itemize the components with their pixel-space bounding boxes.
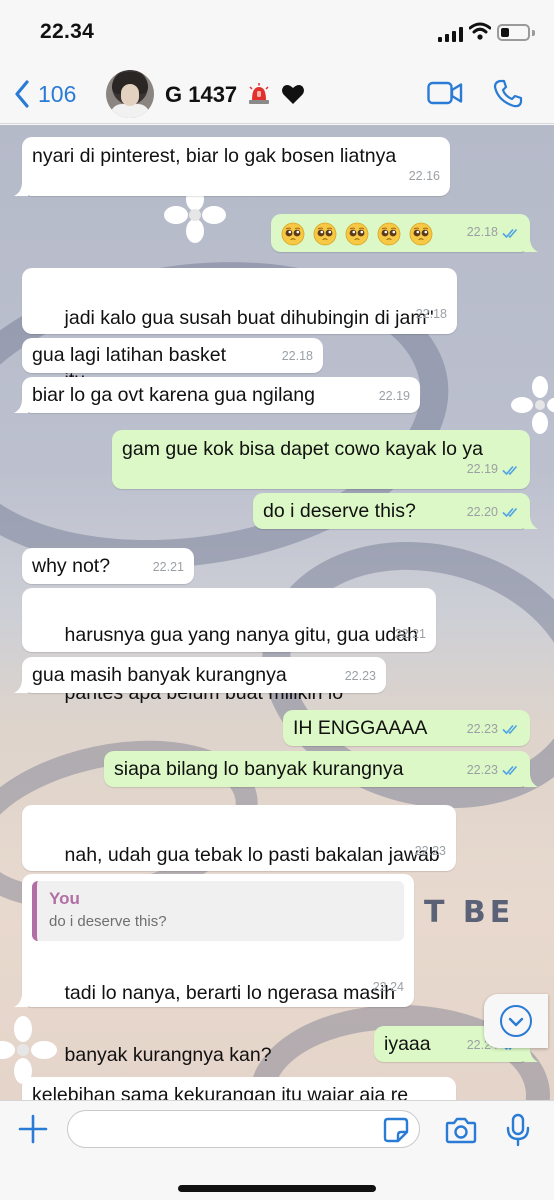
back-button[interactable]: 106 bbox=[14, 78, 76, 110]
pleading-face-icon bbox=[377, 222, 401, 246]
home-indicator bbox=[178, 1185, 376, 1192]
cellular-signal-icon bbox=[438, 26, 464, 42]
message-time: 22.23 bbox=[466, 763, 498, 777]
microphone-icon[interactable] bbox=[505, 1113, 531, 1147]
message-time: 22.23 bbox=[414, 844, 446, 858]
double-check-icon bbox=[502, 465, 518, 475]
message-text: nyari di pinterest, biar lo gak bosen li… bbox=[32, 145, 397, 167]
message-incoming[interactable]: jadi kalo gua susah buat dihubingin di j… bbox=[22, 268, 457, 391]
quoted-sender: You bbox=[49, 889, 80, 908]
message-line: harusnya gua yang nanya gitu, gua udah bbox=[64, 624, 418, 646]
message-text: iyaaa bbox=[384, 1033, 431, 1055]
sticker-icon[interactable] bbox=[383, 1117, 409, 1143]
message-outgoing[interactable]: do i deserve this? 22.20 bbox=[253, 493, 538, 529]
contact-name-block[interactable]: G 1437 bbox=[165, 82, 305, 108]
message-text: siapa bilang lo banyak kurangnya bbox=[114, 758, 404, 780]
chat-header: 106 G 1437 bbox=[0, 62, 554, 124]
status-time: 22.34 bbox=[40, 20, 95, 43]
message-line: tadi lo nanya, berarti lo ngerasa masih bbox=[64, 982, 396, 1004]
wallpaper-text: T BE bbox=[424, 895, 515, 930]
message-text: biar lo ga ovt karena gua ngilang bbox=[32, 384, 315, 406]
wifi-icon bbox=[469, 22, 491, 40]
message-time: 22.19 bbox=[466, 462, 498, 476]
contact-name: G 1437 bbox=[165, 82, 238, 107]
police-light-icon bbox=[249, 83, 270, 104]
message-time: 22.18 bbox=[466, 225, 498, 239]
message-time: 22.23 bbox=[344, 669, 376, 683]
message-text: gua masih banyak kurangnya bbox=[32, 664, 287, 686]
flower-icon bbox=[511, 376, 554, 434]
message-text: IH ENGGAAAA bbox=[293, 717, 428, 739]
double-check-icon bbox=[502, 724, 518, 735]
chat-area[interactable]: T BE nyari di pinterest, biar lo gak bos… bbox=[0, 125, 554, 1100]
message-text: gua lagi latihan basket bbox=[32, 344, 227, 366]
avatar[interactable] bbox=[106, 70, 154, 118]
message-outgoing[interactable]: IH ENGGAAAA 22.23 bbox=[283, 710, 530, 746]
quoted-text: do i deserve this? bbox=[49, 913, 167, 930]
emoji-row bbox=[281, 221, 441, 252]
chevron-down-icon bbox=[508, 1017, 524, 1027]
message-incoming[interactable]: nyari di pinterest, biar lo gak bosen li… bbox=[14, 137, 450, 196]
pleading-face-icon bbox=[313, 222, 337, 246]
double-check-icon bbox=[502, 228, 518, 238]
message-text: kelebihan sama kekurangan itu wajar aja … bbox=[32, 1084, 409, 1100]
black-heart-icon bbox=[282, 85, 305, 104]
camera-icon[interactable] bbox=[445, 1116, 477, 1144]
message-incoming[interactable]: kelebihan sama kekurangan itu wajar aja … bbox=[22, 1077, 456, 1100]
message-incoming[interactable]: gua lagi latihan basket 22.18 bbox=[22, 338, 323, 373]
video-call-icon[interactable] bbox=[427, 80, 463, 106]
message-incoming[interactable]: why not? 22.21 bbox=[22, 548, 194, 584]
chevron-left-icon bbox=[15, 80, 29, 108]
pleading-face-icon bbox=[345, 222, 369, 246]
message-time: 22.24 bbox=[372, 980, 404, 994]
message-line: jadi kalo gua susah buat dihubingin di j… bbox=[64, 307, 434, 329]
message-outgoing[interactable]: gam gue kok bisa dapet cowo kayak lo ya … bbox=[112, 430, 530, 489]
message-time: 22.16 bbox=[408, 169, 440, 183]
message-incoming[interactable]: nah, udah gua tebak lo pasti bakalan jaw… bbox=[22, 805, 456, 928]
message-time: 22.20 bbox=[466, 505, 498, 519]
message-incoming[interactable]: biar lo ga ovt karena gua ngilang 22.19 bbox=[14, 377, 420, 413]
message-incoming[interactable]: gua masih banyak kurangnya 22.23 bbox=[14, 657, 386, 693]
message-time: 22.18 bbox=[415, 307, 447, 321]
message-text: gam gue kok bisa dapet cowo kayak lo ya bbox=[122, 438, 483, 460]
plus-icon[interactable] bbox=[18, 1114, 48, 1144]
pleading-face-icon bbox=[409, 222, 433, 246]
quoted-message[interactable]: You do i deserve this? bbox=[32, 881, 404, 941]
message-time: 22.19 bbox=[378, 389, 410, 403]
double-check-icon bbox=[502, 765, 518, 776]
message-outgoing[interactable]: siapa bilang lo banyak kurangnya 22.23 bbox=[104, 751, 538, 787]
message-time: 22.21 bbox=[152, 560, 184, 574]
message-text: do i deserve this? bbox=[263, 500, 416, 522]
message-text: why not? bbox=[32, 555, 111, 577]
pleading-face-icon bbox=[281, 222, 305, 246]
message-time: 22.23 bbox=[466, 722, 498, 736]
message-line: nah, udah gua tebak lo pasti bakalan jaw… bbox=[64, 844, 440, 866]
message-line: banyak kurangnya kan? bbox=[64, 1044, 272, 1066]
message-input[interactable] bbox=[67, 1110, 420, 1148]
battery-icon bbox=[497, 24, 535, 41]
message-incoming[interactable]: harusnya gua yang nanya gitu, gua udah p… bbox=[22, 588, 436, 704]
message-incoming-reply[interactable]: You do i deserve this? tadi lo nanya, be… bbox=[14, 874, 414, 1066]
message-time: 22.21 bbox=[394, 627, 426, 641]
phone-icon[interactable] bbox=[493, 79, 523, 109]
unread-count: 106 bbox=[38, 80, 77, 107]
input-bar bbox=[0, 1100, 554, 1200]
message-time: 22.18 bbox=[281, 349, 313, 363]
double-check-icon bbox=[502, 507, 518, 518]
status-bar: 22.34 bbox=[0, 0, 554, 62]
message-outgoing[interactable]: 22.18 bbox=[271, 214, 538, 252]
scroll-to-bottom-button[interactable] bbox=[484, 994, 548, 1048]
